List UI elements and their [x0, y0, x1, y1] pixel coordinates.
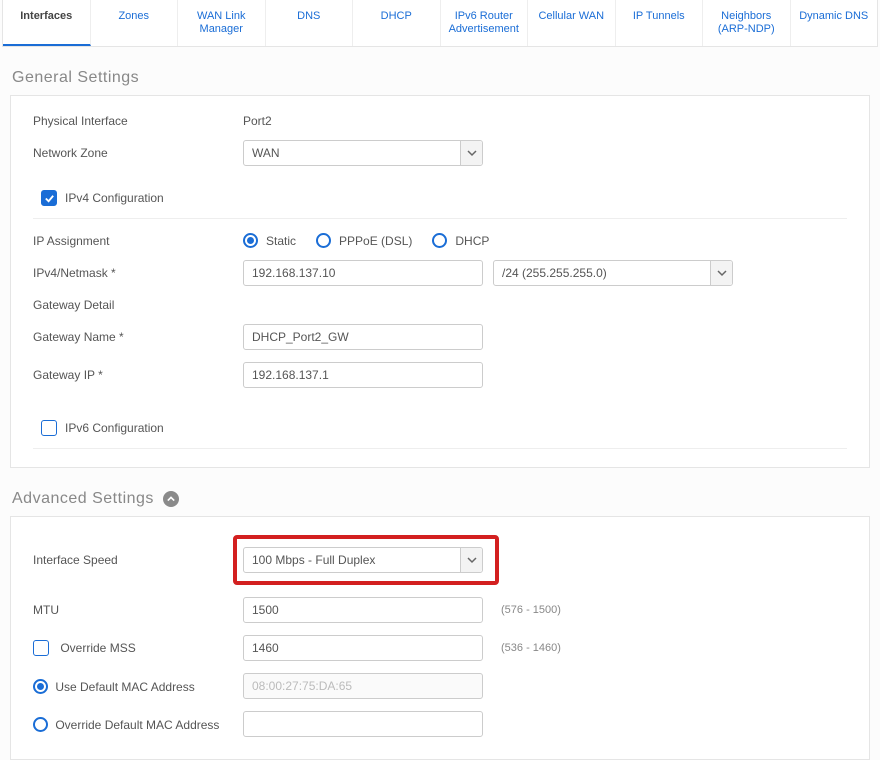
gateway-detail-label: Gateway Detail	[33, 298, 243, 312]
tab-bar: Interfaces Zones WAN Link Manager DNS DH…	[2, 0, 878, 47]
network-zone-value: WAN	[252, 146, 280, 160]
ipv6-config-label: IPv6 Configuration	[65, 421, 164, 435]
gateway-ip-input[interactable]	[243, 362, 483, 388]
tab-cellular-wan[interactable]: Cellular WAN	[528, 0, 616, 46]
tab-zones[interactable]: Zones	[91, 0, 179, 46]
chevron-down-icon	[460, 548, 482, 572]
mtu-hint: (576 - 1500)	[501, 604, 561, 616]
ipv4-netmask-label: IPv4/Netmask *	[33, 266, 243, 280]
ipv6-config-checkbox[interactable]	[41, 420, 57, 436]
tab-neighbors[interactable]: Neighbors (ARP-NDP)	[703, 0, 791, 46]
tab-dhcp[interactable]: DHCP	[353, 0, 441, 46]
interface-speed-value: 100 Mbps - Full Duplex	[252, 553, 375, 567]
ip-assignment-label: IP Assignment	[33, 234, 243, 248]
mss-hint: (536 - 1460)	[501, 642, 561, 654]
ip-assign-dhcp-label: DHCP	[455, 234, 489, 248]
physical-interface-label: Physical Interface	[33, 114, 243, 128]
default-mac-input	[243, 673, 483, 699]
mtu-input[interactable]	[243, 597, 483, 623]
gateway-ip-label: Gateway IP *	[33, 368, 243, 382]
physical-interface-value: Port2	[243, 114, 272, 128]
netmask-value: /24 (255.255.255.0)	[502, 266, 607, 280]
advanced-settings-label: Advanced Settings	[12, 490, 154, 507]
interface-speed-select[interactable]: 100 Mbps - Full Duplex	[243, 547, 483, 573]
chevron-up-icon	[163, 491, 179, 507]
tab-ip-tunnels[interactable]: IP Tunnels	[616, 0, 704, 46]
ipv4-address-input[interactable]	[243, 260, 483, 286]
ipv4-config-label: IPv4 Configuration	[65, 191, 164, 205]
override-mss-checkbox[interactable]	[33, 640, 49, 656]
ip-assign-static-radio[interactable]	[243, 233, 258, 248]
general-settings-title: General Settings	[0, 47, 880, 95]
tab-ipv6-ra[interactable]: IPv6 Router Advertisement	[441, 0, 529, 46]
use-default-mac-label: Use Default MAC Address	[55, 680, 194, 694]
ip-assign-pppoe-radio[interactable]	[316, 233, 331, 248]
advanced-settings-title[interactable]: Advanced Settings	[0, 468, 880, 516]
ip-assign-pppoe-label: PPPoE (DSL)	[339, 234, 412, 248]
network-zone-label: Network Zone	[33, 146, 243, 160]
mtu-label: MTU	[33, 603, 243, 617]
use-default-mac-radio[interactable]	[33, 679, 48, 694]
advanced-settings-panel: Interface Speed 100 Mbps - Full Duplex M…	[10, 516, 870, 760]
override-mac-label: Override Default MAC Address	[55, 718, 219, 732]
ipv4-config-checkbox[interactable]	[41, 190, 57, 206]
gateway-name-label: Gateway Name *	[33, 330, 243, 344]
mss-input[interactable]	[243, 635, 483, 661]
general-settings-panel: Physical Interface Port2 Network Zone WA…	[10, 95, 870, 468]
interface-speed-label: Interface Speed	[33, 553, 243, 567]
tab-interfaces[interactable]: Interfaces	[3, 0, 91, 46]
override-mac-input[interactable]	[243, 711, 483, 737]
tab-dns[interactable]: DNS	[266, 0, 354, 46]
interface-speed-highlight: 100 Mbps - Full Duplex	[233, 535, 499, 585]
override-mss-label: Override MSS	[60, 641, 135, 655]
network-zone-select[interactable]: WAN	[243, 140, 483, 166]
override-mac-radio[interactable]	[33, 717, 48, 732]
ip-assign-dhcp-radio[interactable]	[432, 233, 447, 248]
netmask-select[interactable]: /24 (255.255.255.0)	[493, 260, 733, 286]
tab-wan-link-manager[interactable]: WAN Link Manager	[178, 0, 266, 46]
tab-dynamic-dns[interactable]: Dynamic DNS	[791, 0, 878, 46]
ip-assign-static-label: Static	[266, 234, 296, 248]
chevron-down-icon	[710, 261, 732, 285]
chevron-down-icon	[460, 141, 482, 165]
gateway-name-input[interactable]	[243, 324, 483, 350]
